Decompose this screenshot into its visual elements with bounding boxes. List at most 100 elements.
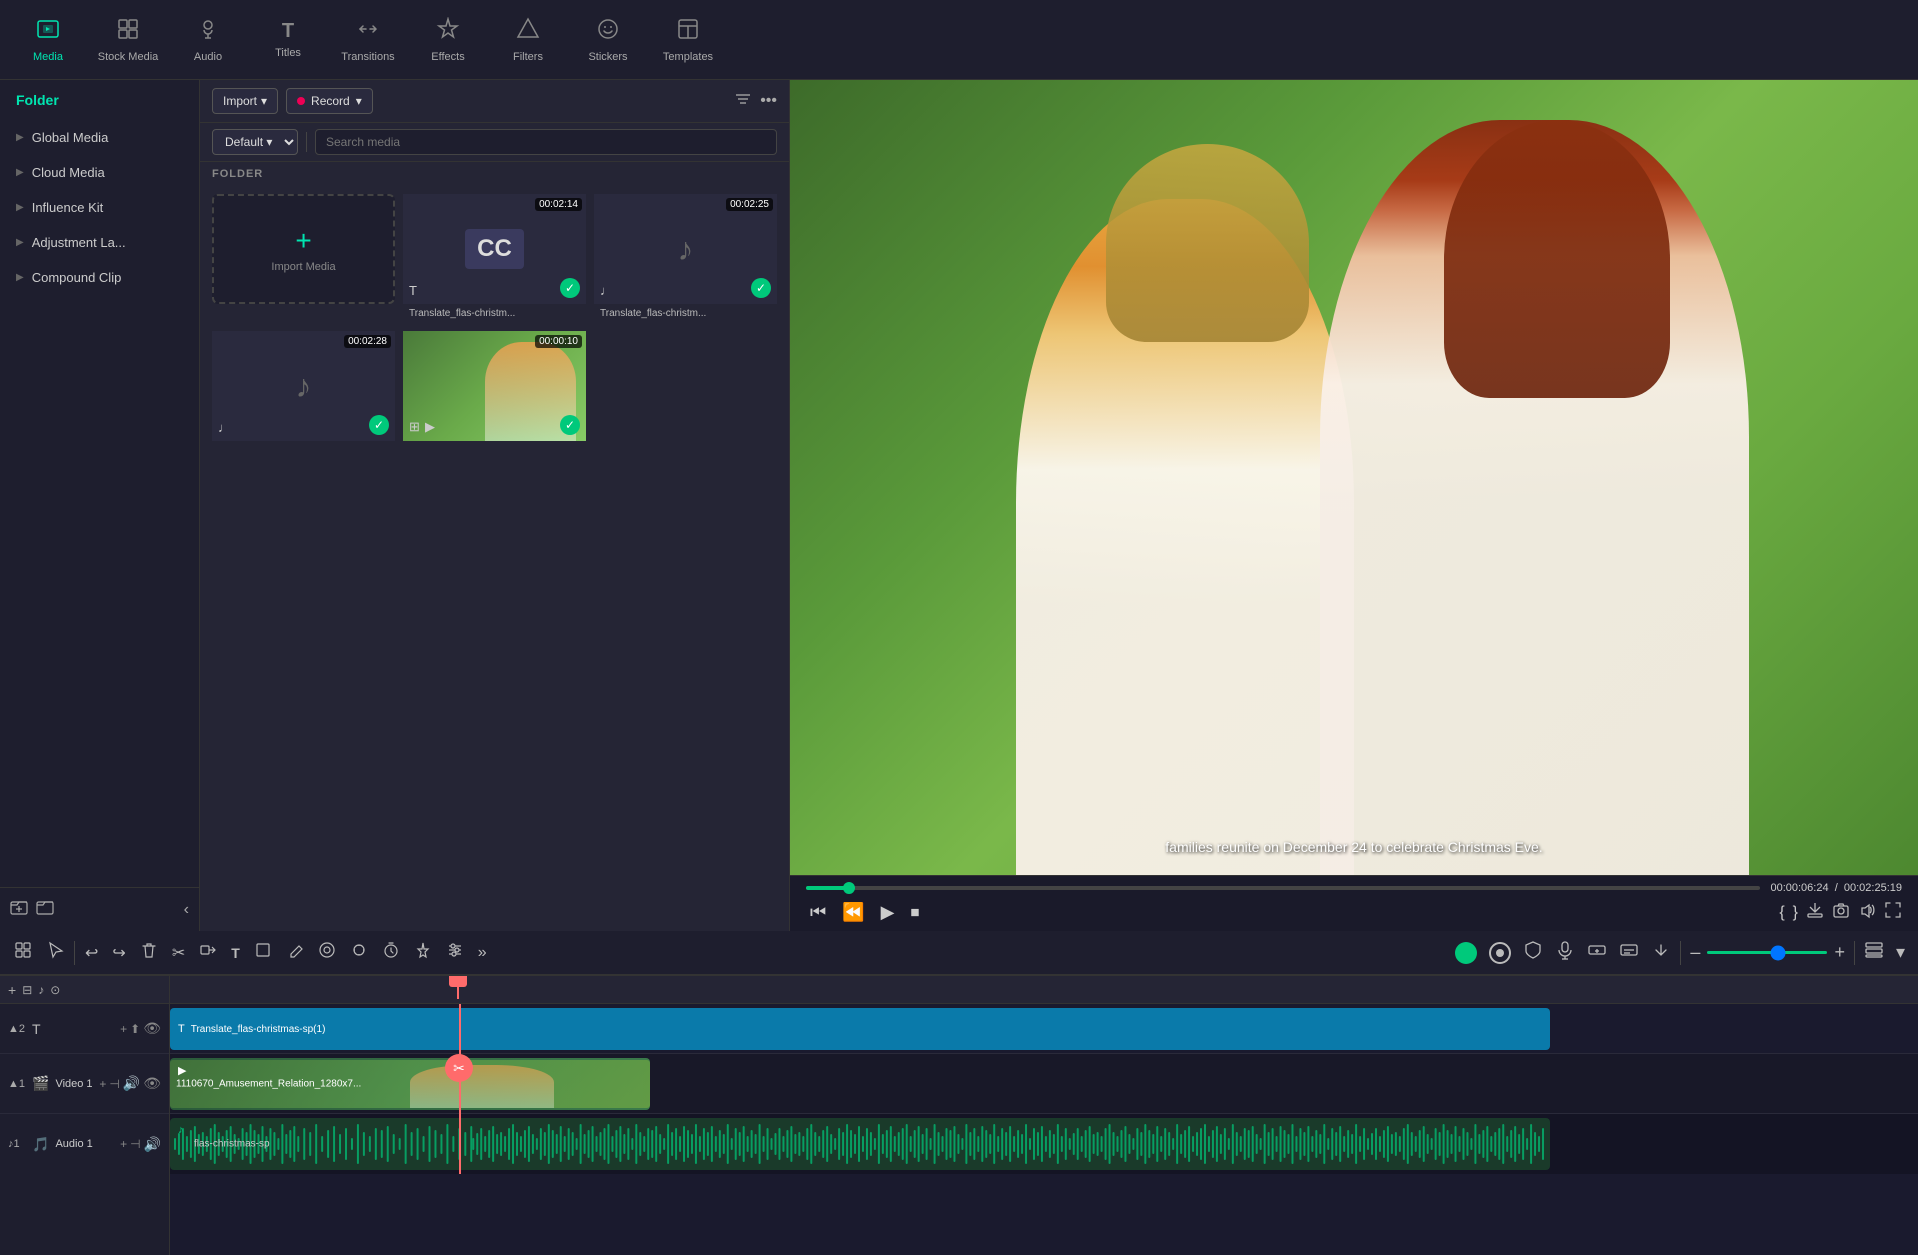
track-buttons: + ⊣ 🔊 👁 <box>99 1075 161 1092</box>
sidebar-item-global-media[interactable]: ▶ Global Media <box>0 120 199 155</box>
progress-track[interactable] <box>806 886 1760 890</box>
shield-button[interactable] <box>1518 938 1548 967</box>
zoom-divider <box>1680 941 1681 965</box>
stop-button[interactable]: ⏹ <box>906 900 923 925</box>
collapse-panel-button[interactable]: ‹ <box>184 901 189 919</box>
audio-toggle-button[interactable] <box>1858 901 1876 924</box>
audio-note-small-icon: ♪ <box>178 1124 184 1136</box>
track-export-button[interactable]: ⬆ <box>130 1020 140 1037</box>
remove-bg-button[interactable] <box>312 937 342 968</box>
zoom-slider[interactable] <box>1707 951 1827 954</box>
toolbar-audio[interactable]: Audio <box>168 4 248 76</box>
toolbar-filters[interactable]: Filters <box>488 4 568 76</box>
motion-button[interactable] <box>1484 940 1516 966</box>
subtitle-track-button[interactable] <box>1614 938 1644 967</box>
audio-note2-icon: ♪ <box>296 368 312 405</box>
mark-in-button[interactable]: { <box>1779 904 1784 922</box>
audio-add-track-button[interactable]: ♪ <box>38 983 44 997</box>
track-add-video-button[interactable]: + <box>99 1075 106 1092</box>
track-volume-button[interactable]: 🔊 <box>123 1075 140 1092</box>
player-btn-row: ⏮ ⏪ ▶ ⏹ { } <box>806 900 1902 925</box>
step-back-button[interactable]: ⏪ <box>838 900 868 925</box>
stickers-label: Stickers <box>588 51 627 63</box>
mic-button[interactable] <box>1550 938 1580 967</box>
clip-to-timeline-button[interactable] <box>1806 901 1824 924</box>
folder-import-button[interactable] <box>36 898 54 921</box>
media-card-audio1[interactable]: ♪ 00:02:28 ♩ ✓ <box>212 331 395 441</box>
import-media-card[interactable]: + Import Media <box>212 194 395 304</box>
redo-button[interactable]: ↪ <box>106 939 131 967</box>
smart-track-button[interactable]: ⊙ <box>50 983 60 997</box>
import-to-timeline-button[interactable] <box>1646 938 1676 967</box>
snapshot-button[interactable] <box>1832 901 1850 924</box>
import-button[interactable]: Import ▾ <box>212 88 278 114</box>
audio-clip[interactable]: ♪ flas-christmas-sp // Generate waveform… <box>170 1118 1550 1170</box>
toolbar-effects[interactable]: Effects <box>408 4 488 76</box>
audio-link-button[interactable]: ⊣ <box>130 1136 140 1153</box>
ruler-marks: 00:00 00:00:02:00 00:00:04:00 00:00 <box>170 976 1918 999</box>
audio-detach-button[interactable] <box>193 937 223 968</box>
paint-button[interactable] <box>280 937 310 968</box>
record-button[interactable]: Record ▾ <box>286 88 373 114</box>
effects-icon <box>436 17 460 47</box>
sidebar-item-adjustment-la[interactable]: ▶ Adjustment La... <box>0 225 199 260</box>
video-clip-inner: 1110670_Amusement_Relation_1280x7... ▶ <box>170 1058 650 1110</box>
adjust-button[interactable] <box>440 937 470 968</box>
media-card-translate1[interactable]: CC 00:02:14 T ✓ Translate_flas-christm..… <box>403 194 586 323</box>
select-tool-button[interactable] <box>40 937 70 968</box>
ai-track-button[interactable] <box>344 937 374 968</box>
track-add-button[interactable] <box>1582 938 1612 967</box>
track-add-sub-button[interactable]: + <box>120 1020 127 1037</box>
toolbar-media[interactable]: Media <box>8 4 88 76</box>
track-link-button[interactable]: ⊣ <box>109 1075 119 1092</box>
zoom-out-button[interactable]: – <box>1685 940 1705 965</box>
media-card-video1[interactable]: 00:00:10 ⊞ ▶ ✓ <box>403 331 586 441</box>
current-time: 00:00:06:24 / 00:02:25:19 <box>1770 882 1902 894</box>
video-clip[interactable]: 1110670_Amusement_Relation_1280x7... ▶ <box>170 1058 650 1110</box>
influence-kit-label: Influence Kit <box>32 200 104 215</box>
track-label-audio: ♪1 🎵 Audio 1 + ⊣ 🔊 <box>0 1114 169 1174</box>
more-options-button[interactable]: ••• <box>760 92 777 110</box>
track-layout-button[interactable] <box>1859 938 1889 967</box>
fullscreen-button[interactable] <box>1884 901 1902 924</box>
track-vis-button[interactable]: 👁 <box>143 1075 161 1092</box>
rewind-button[interactable]: ⏮ <box>806 900 830 925</box>
split-button[interactable]: ✂ <box>166 939 191 967</box>
search-input[interactable] <box>315 129 777 155</box>
add-folder-button[interactable] <box>10 898 28 921</box>
mark-out-button[interactable]: } <box>1793 904 1798 922</box>
track-visibility-button[interactable]: 👁 <box>143 1020 161 1037</box>
auto-captions-button[interactable] <box>1450 940 1482 966</box>
toolbar-transitions[interactable]: Transitions <box>328 4 408 76</box>
undo-button[interactable]: ↩ <box>79 939 104 967</box>
subtitle-clip[interactable]: T Translate_flas-christmas-sp(1) <box>170 1008 1550 1050</box>
progress-fill <box>806 886 849 890</box>
color-button[interactable] <box>408 937 438 968</box>
more-track-options-button[interactable]: ▾ <box>1891 940 1910 965</box>
video-icon: ▶ <box>425 419 435 435</box>
play-button[interactable]: ▶ <box>877 900 899 925</box>
zoom-in-button[interactable]: + <box>1829 940 1850 965</box>
sort-select[interactable]: Default ▾ <box>212 129 298 155</box>
toolbar-stock-media[interactable]: Stock Media <box>88 4 168 76</box>
audio-vol-button[interactable]: 🔊 <box>144 1136 161 1153</box>
sidebar-item-cloud-media[interactable]: ▶ Cloud Media <box>0 155 199 190</box>
toolbar-titles[interactable]: T Titles <box>248 4 328 76</box>
text-tool-button[interactable]: T <box>225 941 246 965</box>
add-caption-track-button[interactable]: ⊟ <box>22 983 32 997</box>
layout-button[interactable] <box>8 937 38 968</box>
crop-button[interactable] <box>248 937 278 968</box>
timeline-ruler[interactable]: 00:00 00:00:02:00 00:00:04:00 00:00 <box>170 976 1918 1004</box>
more-tools-button[interactable]: » <box>472 940 493 966</box>
playhead-handle[interactable] <box>449 976 467 987</box>
audio-add-button[interactable]: + <box>120 1136 127 1153</box>
media-card-translate2[interactable]: ♪ 00:02:25 ♩ ✓ Translate_flas-christm... <box>594 194 777 323</box>
filter-button[interactable] <box>734 90 752 113</box>
timer-button[interactable] <box>376 937 406 968</box>
toolbar-templates[interactable]: Templates <box>648 4 728 76</box>
sidebar-item-influence-kit[interactable]: ▶ Influence Kit <box>0 190 199 225</box>
sidebar-item-compound-clip[interactable]: ▶ Compound Clip <box>0 260 199 295</box>
toolbar-stickers[interactable]: Stickers <box>568 4 648 76</box>
delete-button[interactable] <box>134 937 164 968</box>
add-track-button[interactable]: + <box>8 982 16 998</box>
